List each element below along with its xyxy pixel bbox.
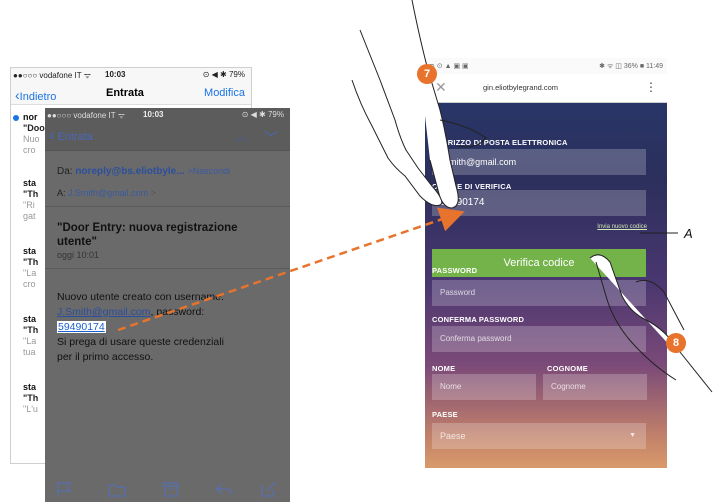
step-8-badge: 8 [666, 333, 686, 353]
connector-arrow [117, 0, 713, 393]
step-7-badge: 7 [417, 64, 437, 84]
callout-label: A [684, 226, 693, 241]
